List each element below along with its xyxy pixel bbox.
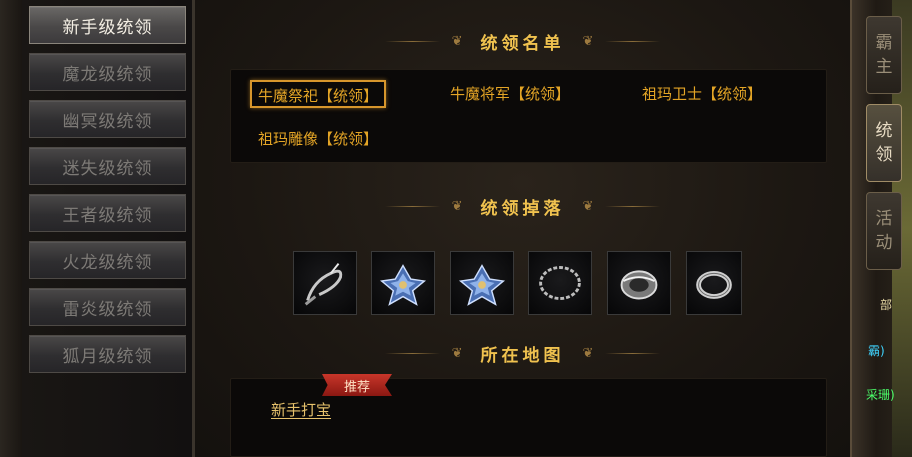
drops-title: 统领掉落 xyxy=(480,198,565,219)
leader-item-zuma-diaoxiang[interactable]: 祖玛雕像【统领】 xyxy=(258,125,378,153)
chain-necklace-icon xyxy=(539,266,581,300)
edge-fragment: 采珊) xyxy=(866,388,895,402)
swirl-icon: ❦ xyxy=(451,33,463,49)
whip-icon xyxy=(304,263,343,306)
map-title: 所在地图 xyxy=(480,345,565,366)
category-panel: 新手级统领 魔龙级统领 幽冥级统领 迷失级统领 王者级统领 火龙级统领 雷炎级统… xyxy=(0,0,195,457)
swirl-icon: ❦ xyxy=(582,345,594,361)
leader-item-niumo-jiangjun[interactable]: 牛魔将军【统领】 xyxy=(450,80,570,108)
category-king-button[interactable]: 王者级统领 xyxy=(29,194,186,232)
edge-fragment: 霸) xyxy=(868,344,885,358)
edge-fragment: 部 xyxy=(880,298,893,312)
ring-icon xyxy=(696,270,732,299)
crystal-flower-icon xyxy=(379,264,427,306)
drop-slot-whip[interactable] xyxy=(293,251,357,315)
tab-overlord[interactable]: 霸主 xyxy=(866,16,902,94)
bracelet-icon xyxy=(620,270,658,300)
swirl-icon: ❦ xyxy=(451,198,463,214)
swirl-icon: ❦ xyxy=(582,198,594,214)
leader-item-niumo-jisi[interactable]: 牛魔祭祀【统领】 xyxy=(250,80,387,108)
category-demon-dragon-button[interactable]: 魔龙级统领 xyxy=(29,53,186,91)
recommend-badge: 推荐 xyxy=(322,374,392,396)
drop-slot-ring[interactable] xyxy=(686,251,742,315)
category-newbie-button[interactable]: 新手级统领 xyxy=(29,6,186,44)
tab-activity[interactable]: 活动 xyxy=(866,192,902,270)
drop-slot-crystal-2[interactable] xyxy=(450,251,514,315)
drop-slot-crystal-1[interactable] xyxy=(371,251,435,315)
swirl-icon: ❦ xyxy=(451,345,463,361)
category-lost-button[interactable]: 迷失级统领 xyxy=(29,147,186,185)
category-netherworld-button[interactable]: 幽冥级统领 xyxy=(29,100,186,138)
category-thunder-button[interactable]: 雷炎级统领 xyxy=(29,288,186,326)
category-fire-dragon-button[interactable]: 火龙级统领 xyxy=(29,241,186,279)
map-link-newbie[interactable]: 新手打宝 xyxy=(271,399,331,420)
swirl-icon: ❦ xyxy=(582,33,594,49)
leader-item-zuma-weishi[interactable]: 祖玛卫士【统领】 xyxy=(642,80,762,108)
drop-slot-bracelet[interactable] xyxy=(607,251,671,315)
drops-section-header: ❦ 统领掉落 ❦ xyxy=(195,194,850,219)
crystal-flower-icon xyxy=(458,264,506,306)
roster-title: 统领名单 xyxy=(480,33,565,54)
drop-slot-necklace[interactable] xyxy=(528,251,592,315)
tab-leader[interactable]: 统领 xyxy=(866,104,902,182)
map-section-header: ❦ 所在地图 ❦ xyxy=(195,341,850,366)
roster-section-header: ❦ 统领名单 ❦ xyxy=(195,29,850,54)
category-fox-moon-button[interactable]: 狐月级统领 xyxy=(29,335,186,373)
